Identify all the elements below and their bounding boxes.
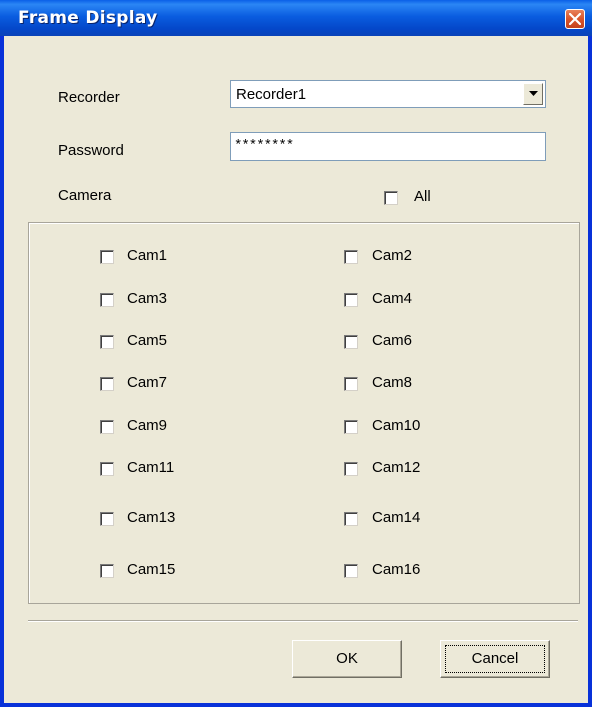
camera-checkbox-label: Cam4 <box>372 290 413 307</box>
camera-checkbox-label: Cam1 <box>127 247 168 264</box>
camera-checkbox-5[interactable] <box>100 335 114 349</box>
camera-checkbox-7[interactable] <box>100 377 114 391</box>
camera-checkbox-label: Cam15 <box>127 561 176 578</box>
camera-checkbox-label: Cam3 <box>127 290 168 307</box>
close-icon <box>569 13 581 25</box>
frame-display-window: Frame Display Recorder Recorder1 Passwor… <box>0 0 592 707</box>
camera-checkbox-8[interactable] <box>344 377 358 391</box>
camera-checkbox-label: Cam8 <box>372 374 413 391</box>
camera-checkbox-label: Cam7 <box>127 374 168 391</box>
camera-checkbox-16[interactable] <box>344 564 358 578</box>
camera-checkbox-6[interactable] <box>344 335 358 349</box>
dialog-body: Recorder Recorder1 Password ******** Cam… <box>4 36 588 703</box>
password-field[interactable]: ******** <box>230 132 546 161</box>
camera-checkbox-10[interactable] <box>344 420 358 434</box>
password-value: ******** <box>234 138 294 154</box>
window-title: Frame Display <box>18 8 158 28</box>
camera-checkbox-15[interactable] <box>100 564 114 578</box>
camera-checkbox-label: Cam10 <box>372 417 421 434</box>
recorder-dropdown-button[interactable] <box>523 83 543 105</box>
camera-checkbox-label: Cam12 <box>372 459 421 476</box>
separator <box>28 620 578 622</box>
camera-checkbox-label: Cam16 <box>372 561 421 578</box>
cancel-button[interactable]: Cancel <box>440 640 550 678</box>
camera-group <box>28 222 580 604</box>
all-checkbox-label: All <box>414 188 431 205</box>
recorder-label: Recorder <box>58 89 120 106</box>
camera-checkbox-13[interactable] <box>100 512 114 526</box>
password-label: Password <box>58 142 124 159</box>
camera-checkbox-11[interactable] <box>100 462 114 476</box>
focus-rectangle <box>445 645 545 673</box>
camera-checkbox-4[interactable] <box>344 293 358 307</box>
camera-checkbox-label: Cam14 <box>372 509 421 526</box>
chevron-down-icon <box>529 91 538 96</box>
ok-button[interactable]: OK <box>292 640 402 678</box>
camera-checkbox-label: Cam5 <box>127 332 168 349</box>
recorder-select[interactable]: Recorder1 <box>230 80 546 108</box>
title-bar: Frame Display <box>0 0 592 36</box>
camera-checkbox-1[interactable] <box>100 250 114 264</box>
camera-checkbox-2[interactable] <box>344 250 358 264</box>
camera-checkbox-label: Cam13 <box>127 509 176 526</box>
camera-label: Camera <box>58 187 112 204</box>
all-checkbox[interactable] <box>384 191 398 205</box>
camera-checkbox-label: Cam2 <box>372 247 413 264</box>
camera-checkbox-label: Cam11 <box>127 459 175 476</box>
camera-checkbox-12[interactable] <box>344 462 358 476</box>
camera-checkbox-9[interactable] <box>100 420 114 434</box>
close-button[interactable] <box>565 9 585 29</box>
camera-checkbox-3[interactable] <box>100 293 114 307</box>
camera-checkbox-14[interactable] <box>344 512 358 526</box>
camera-checkbox-label: Cam6 <box>372 332 413 349</box>
recorder-selected-value: Recorder1 <box>236 86 307 103</box>
camera-checkbox-label: Cam9 <box>127 417 168 434</box>
